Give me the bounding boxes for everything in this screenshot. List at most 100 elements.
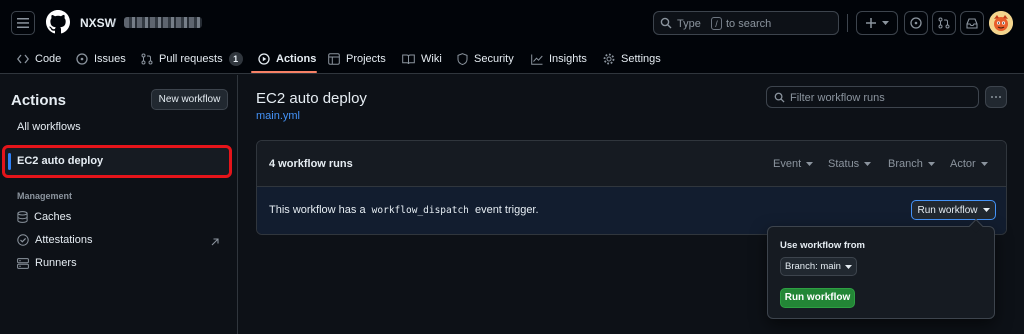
tab-issues-label: Issues <box>94 53 126 65</box>
issue-opened-icon <box>76 53 88 65</box>
actions-sidebar: Actions New workflow All workflows EC2 a… <box>0 75 238 334</box>
branch-filter-dropdown[interactable]: Branch <box>888 158 935 170</box>
search-shortcut-key: / <box>711 17 722 30</box>
git-pull-request-icon <box>141 53 153 65</box>
sidebar-item-runners[interactable]: Runners <box>17 257 77 269</box>
workflow-runs-count: 4 workflow runs <box>269 158 353 170</box>
tab-wiki-label: Wiki <box>421 53 442 65</box>
branch-select-label: Branch: main <box>785 261 841 272</box>
triangle-down-icon <box>980 162 988 166</box>
event-filter-dropdown[interactable]: Event <box>773 158 814 170</box>
app-header: NXSW / Type / to search Code Issues Pull… <box>0 0 1024 74</box>
sidebar-item-attestations-label: Attestations <box>35 234 93 246</box>
kebab-dot <box>991 96 993 98</box>
run-workflow-dropdown-label: Run workflow <box>917 204 978 216</box>
filter-workflow-runs-input[interactable]: Filter workflow runs <box>766 86 979 108</box>
workflow-file-link[interactable]: main.yml <box>256 110 300 122</box>
actor-filter-label: Actor <box>950 158 976 170</box>
triangle-down-icon <box>927 162 935 166</box>
tab-pull-requests-label: Pull requests <box>159 53 223 65</box>
inbox-icon <box>966 17 978 29</box>
branch-filter-label: Branch <box>888 158 923 170</box>
play-icon <box>258 53 270 65</box>
sidebar-item-runners-label: Runners <box>35 257 77 269</box>
header-divider <box>847 14 848 32</box>
actor-filter-dropdown[interactable]: Actor <box>950 158 988 170</box>
run-workflow-dropdown-button[interactable]: Run workflow <box>911 200 996 220</box>
path-separator: / <box>113 16 117 30</box>
triangle-down-icon <box>881 21 889 25</box>
user-avatar[interactable] <box>989 11 1013 35</box>
pull-request-icon <box>938 17 950 29</box>
use-workflow-from-label: Use workflow from <box>780 240 865 251</box>
repo-nav-tabs: Code Issues Pull requests 1 Actions Proj… <box>0 44 1024 74</box>
inbox-button[interactable] <box>960 11 984 35</box>
header-top-row: NXSW / Type / to search <box>0 0 1024 44</box>
sidebar-item-caches[interactable]: Caches <box>17 211 71 223</box>
sidebar-item-caches-label: Caches <box>34 211 72 223</box>
sidebar-item-all-workflows[interactable]: All workflows <box>17 121 81 133</box>
more-options-button[interactable] <box>985 86 1007 108</box>
tab-projects-label: Projects <box>346 53 386 65</box>
database-icon <box>17 211 28 223</box>
dispatch-event-code: workflow_dispatch <box>371 205 469 216</box>
dispatch-message-end: event trigger. <box>474 204 539 216</box>
filter-placeholder: Filter workflow runs <box>790 92 885 104</box>
triangle-down-icon <box>806 162 814 166</box>
pull-requests-count-badge: 1 <box>228 52 243 66</box>
graph-icon <box>531 54 543 65</box>
new-workflow-button[interactable]: New workflow <box>151 89 228 110</box>
triangle-down-icon <box>982 208 990 212</box>
run-workflow-submit-button[interactable]: Run workflow <box>780 288 855 308</box>
repo-name-redacted[interactable] <box>124 17 202 28</box>
code-icon <box>17 54 29 64</box>
status-filter-dropdown[interactable]: Status <box>828 158 872 170</box>
workflow-runs-header: 4 workflow runs Event Status Branch Acto… <box>257 141 1006 187</box>
tab-pull-requests[interactable]: Pull requests 1 <box>141 44 243 74</box>
tab-code[interactable]: Code <box>17 44 61 74</box>
kebab-dot <box>999 96 1001 98</box>
tab-projects[interactable]: Projects <box>328 44 386 74</box>
sidebar-title: Actions <box>11 92 67 109</box>
branch-select-button[interactable]: Branch: main <box>780 257 857 276</box>
search-icon <box>660 17 672 29</box>
search-placeholder-end: to search <box>726 18 772 30</box>
global-search-input[interactable]: Type / to search <box>653 11 839 35</box>
tab-wiki[interactable]: Wiki <box>402 44 442 74</box>
issues-button[interactable] <box>904 11 928 35</box>
tab-issues[interactable]: Issues <box>76 44 126 74</box>
book-icon <box>402 54 415 64</box>
issue-opened-icon <box>910 17 922 29</box>
tab-settings[interactable]: Settings <box>603 44 661 74</box>
dispatch-trigger-message: This workflow has a workflow_dispatch ev… <box>269 204 539 216</box>
pull-requests-button[interactable] <box>932 11 956 35</box>
event-filter-label: Event <box>773 158 802 170</box>
tab-insights[interactable]: Insights <box>531 44 587 74</box>
sidebar-item-ec2-auto-deploy[interactable]: EC2 auto deploy <box>2 145 232 178</box>
repo-owner-link[interactable]: NXSW <box>80 16 116 30</box>
triangle-down-icon <box>864 162 872 166</box>
tab-actions-label: Actions <box>276 53 317 65</box>
menu-button[interactable] <box>11 11 35 35</box>
search-icon <box>774 92 785 103</box>
workflow-runs-panel: 4 workflow runs Event Status Branch Acto… <box>256 140 1007 235</box>
dispatch-message-start: This workflow has a <box>269 204 366 216</box>
workflow-title: EC2 auto deploy <box>256 90 367 107</box>
tab-actions[interactable]: Actions <box>258 44 316 74</box>
status-filter-label: Status <box>828 158 860 170</box>
active-tab-indicator <box>251 71 317 73</box>
kebab-dot <box>995 96 997 98</box>
tab-security-label: Security <box>474 53 514 65</box>
plus-icon <box>865 18 876 28</box>
create-new-button[interactable] <box>856 11 898 35</box>
management-section-heading: Management <box>17 191 73 201</box>
triangle-down-icon <box>844 264 852 269</box>
tab-code-label: Code <box>35 53 62 65</box>
tab-security[interactable]: Security <box>457 44 514 74</box>
table-icon <box>328 53 340 65</box>
run-workflow-popover: Use workflow from Branch: main Run workf… <box>767 218 995 319</box>
github-logo-icon[interactable] <box>46 10 70 34</box>
menu-icon <box>17 18 29 28</box>
sidebar-item-attestations[interactable]: Attestations <box>17 234 92 246</box>
selected-workflow-label: EC2 auto deploy <box>17 155 104 167</box>
